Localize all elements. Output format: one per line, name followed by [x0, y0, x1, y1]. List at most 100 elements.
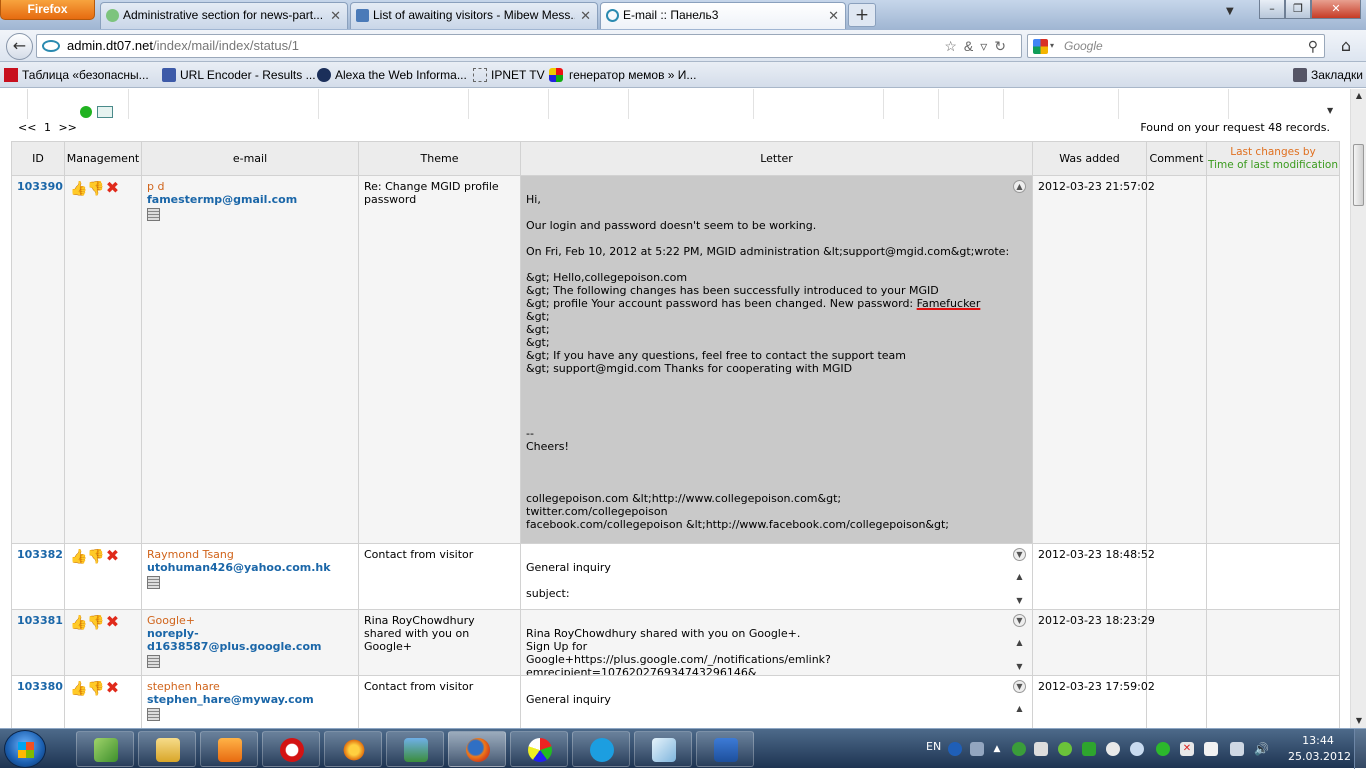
scroll-up-icon[interactable]: ▲ [1013, 638, 1026, 650]
expand-letter-icon[interactable]: ▼ [1013, 548, 1026, 561]
action-center-icon[interactable]: ✕ [1180, 742, 1194, 756]
network-icon[interactable] [1230, 742, 1244, 756]
collapse-letter-icon[interactable]: ▲ [1013, 180, 1026, 193]
bookmark-table[interactable]: Таблица «безопасны... [4, 62, 149, 88]
language-indicator[interactable]: EN [926, 740, 941, 753]
bookmark-url-encoder[interactable]: URL Encoder - Results ... [162, 62, 316, 88]
sync-icon[interactable] [1082, 742, 1096, 756]
tab-awaiting-visitors[interactable]: List of awaiting visitors - Mibew Mess..… [350, 2, 598, 29]
taskbar-firefox[interactable] [448, 731, 506, 767]
close-window-button[interactable]: ✕ [1311, 0, 1361, 19]
expand-letter-icon[interactable]: ▼ [1013, 680, 1026, 693]
taskbar-paint[interactable] [510, 731, 568, 767]
document-icon[interactable] [147, 655, 160, 668]
icq-flower-icon[interactable] [1156, 742, 1170, 756]
column-header-email[interactable]: e-mail [141, 141, 359, 176]
taskbar-skype[interactable] [572, 731, 630, 767]
delete-x-icon[interactable]: ✖ [104, 180, 121, 196]
bookmark-alexa[interactable]: Alexa the Web Informa... [317, 62, 467, 88]
taskbar-file-manager[interactable] [138, 731, 196, 767]
record-id-link[interactable]: 103380 [17, 680, 63, 693]
search-bar[interactable]: ▾ Google ⚲ [1027, 34, 1325, 58]
tab-email-panel[interactable]: E-mail :: Панель3 ✕ [600, 2, 846, 29]
inner-scroll-down-icon[interactable]: ▼ [1327, 106, 1333, 115]
scroll-down-arrow-icon[interactable]: ▼ [1351, 714, 1366, 728]
document-icon[interactable] [147, 208, 160, 221]
ampersand-addon-icon[interactable]: & [964, 38, 980, 54]
thumbs-down-icon[interactable]: 👎 [87, 615, 104, 631]
tray-overflow-icon[interactable]: ▲ [990, 742, 1004, 756]
record-id-link[interactable]: 103381 [17, 614, 63, 627]
help-icon[interactable] [948, 742, 962, 756]
delete-x-icon[interactable]: ✖ [104, 680, 121, 696]
bookmarks-menu[interactable]: Закладки [1293, 62, 1363, 88]
scroll-down-icon[interactable]: ▼ [1013, 596, 1026, 608]
tab-close-icon[interactable]: ✕ [330, 3, 341, 28]
usb-device-icon[interactable] [1034, 742, 1048, 756]
minimize-button[interactable]: – [1259, 0, 1285, 19]
document-icon[interactable] [147, 708, 160, 721]
column-header-id[interactable]: ID [11, 141, 65, 176]
new-tab-button[interactable]: + [848, 3, 876, 27]
home-icon[interactable]: ⌂ [1334, 34, 1358, 58]
column-header-theme[interactable]: Theme [358, 141, 521, 176]
document-icon[interactable] [147, 576, 160, 589]
delete-x-icon[interactable]: ✖ [104, 614, 121, 630]
site-identity-icon[interactable] [42, 40, 60, 52]
thumbs-up-icon[interactable]: 👍 [70, 681, 87, 697]
thumbs-down-icon[interactable]: 👎 [87, 549, 104, 565]
reload-icon[interactable]: ↻ [994, 38, 1013, 54]
sender-email-link[interactable]: stephen_hare@myway.com [147, 693, 353, 706]
scroll-up-icon[interactable]: ▲ [1013, 572, 1026, 584]
taskbar-opera[interactable] [262, 731, 320, 767]
firefox-menu-button[interactable]: Firefox [0, 0, 95, 20]
thumbs-down-icon[interactable]: 👎 [87, 681, 104, 697]
comment-cell[interactable] [1146, 609, 1207, 676]
tab-close-icon[interactable]: ✕ [828, 3, 839, 28]
search-magnifier-icon[interactable]: ⚲ [1308, 35, 1318, 57]
show-desktop-button[interactable] [1354, 729, 1366, 769]
clipboard-icon[interactable] [1204, 742, 1218, 756]
delete-x-icon[interactable]: ✖ [104, 548, 121, 564]
back-arrow-icon[interactable]: ← [6, 33, 33, 60]
thumbs-up-icon[interactable]: 👍 [70, 549, 87, 565]
google-engine-icon[interactable] [1033, 39, 1048, 54]
bookmark-ipnet-tv[interactable]: IPNET TV [473, 62, 545, 88]
bookmark-meme-generator[interactable]: генератор мемов » И... [549, 62, 696, 88]
pager-prev-link[interactable]: << [18, 121, 36, 134]
bookmark-star-icon[interactable]: ☆ [944, 38, 964, 54]
record-id-link[interactable]: 103382 [17, 548, 63, 561]
messenger-icon[interactable] [1106, 742, 1120, 756]
comment-cell[interactable] [1146, 175, 1207, 544]
sender-email-link[interactable]: famestermp@gmail.com [147, 193, 353, 206]
update-icon[interactable] [1130, 742, 1144, 756]
taskbar-media-player[interactable] [200, 731, 258, 767]
thumbs-up-icon[interactable]: 👍 [70, 615, 87, 631]
envelope-icon[interactable] [97, 106, 113, 118]
scroll-up-arrow-icon[interactable]: ▲ [1351, 89, 1366, 103]
tab-list-chevron-icon[interactable]: ▼ [1226, 6, 1234, 17]
taskbar-settings-icon[interactable] [970, 742, 984, 756]
column-header-was-added[interactable]: Was added [1032, 141, 1147, 176]
comment-cell[interactable] [1146, 543, 1207, 610]
maximize-button[interactable]: ❐ [1285, 0, 1311, 19]
thumbs-up-icon[interactable]: 👍 [70, 181, 87, 197]
volume-icon[interactable]: 🔊 [1254, 742, 1269, 756]
taskbar-notes[interactable] [634, 731, 692, 767]
engine-dropdown-icon[interactable]: ▾ [1050, 35, 1054, 57]
taskbar-flower-app[interactable] [324, 731, 382, 767]
taskbar-explorer[interactable] [76, 731, 134, 767]
tab-admin-section[interactable]: Administrative section for news-part... … [100, 2, 348, 29]
green-app-icon[interactable] [1058, 742, 1072, 756]
comment-cell[interactable] [1146, 675, 1207, 728]
expand-letter-icon[interactable]: ▼ [1013, 614, 1026, 627]
network-globe-icon[interactable] [1012, 742, 1026, 756]
taskbar-word[interactable] [696, 731, 754, 767]
dropdown-history-icon[interactable]: ▿ [980, 38, 994, 54]
page-scrollbar[interactable]: ▲ ▼ [1350, 89, 1366, 728]
taskbar-image-viewer[interactable] [386, 731, 444, 767]
scrollbar-thumb[interactable] [1353, 144, 1364, 206]
scroll-up-icon[interactable]: ▲ [1013, 704, 1026, 716]
sender-email-link[interactable]: noreply-d1638587@plus.google.com [147, 627, 353, 653]
clock[interactable]: 13:44 25.03.2012 [1288, 733, 1351, 765]
